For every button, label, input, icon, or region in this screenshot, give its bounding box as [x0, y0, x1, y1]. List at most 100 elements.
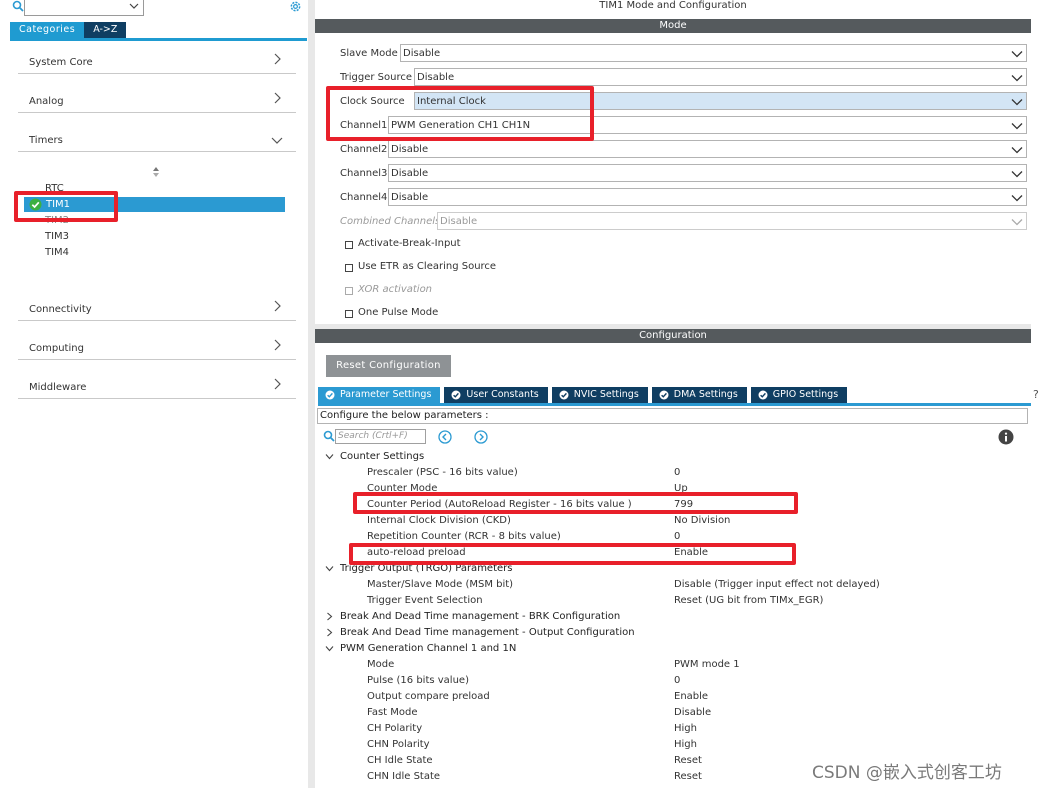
param-row[interactable]: Master/Slave Mode (MSM bit) Disable (Trig… [367, 577, 1007, 593]
category-connectivity[interactable]: Connectivity [18, 295, 296, 321]
check-circle-icon [29, 198, 42, 211]
param-row[interactable]: CH Polarity High [367, 721, 1007, 737]
param-name: Trigger Event Selection [367, 595, 483, 606]
category-tabs: Categories A->Z [10, 22, 127, 38]
tab-dma-settings[interactable]: DMA Settings [651, 387, 747, 403]
category-label: System Core [29, 57, 93, 68]
collapse-glyph[interactable]: ? [1033, 388, 1039, 401]
tab-categories[interactable]: Categories [10, 22, 85, 38]
tab-user-constants[interactable]: User Constants [444, 387, 548, 403]
chevron-down-icon [271, 137, 283, 144]
checkbox-box[interactable] [345, 264, 353, 272]
param-value[interactable]: No Division [674, 515, 730, 526]
tab-nvic-settings[interactable]: NVIC Settings [551, 387, 648, 403]
param-value[interactable]: Disable [674, 707, 711, 718]
chevron-right-icon [274, 53, 281, 65]
param-row[interactable]: Output compare preload Enable [367, 689, 1007, 705]
param-value[interactable]: Reset [674, 755, 702, 766]
chevron-right-icon [274, 300, 281, 312]
param-value[interactable]: High [674, 723, 697, 734]
param-value[interactable]: 0 [674, 531, 680, 542]
arrow-right-icon[interactable] [474, 430, 488, 444]
gear-icon[interactable] [289, 0, 302, 13]
param-row[interactable]: Counter Period (AutoReload Register - 16… [367, 497, 1007, 513]
chevron-down-icon [1011, 123, 1023, 130]
chevron-down-icon [1011, 171, 1023, 178]
checkbox-label: XOR activation [358, 284, 433, 295]
reset-configuration-button[interactable]: Reset Configuration [326, 355, 451, 377]
param-row[interactable]: Counter Mode Up [367, 481, 1007, 497]
param-value[interactable]: Reset (UG bit from TIMx_EGR) [674, 595, 823, 606]
param-row[interactable]: Internal Clock Division (CKD) No Division [367, 513, 1007, 529]
panel-splitter[interactable] [308, 0, 315, 788]
timer-item-tim1-selected[interactable]: TIM1 [24, 197, 285, 212]
param-value[interactable]: Reset [674, 771, 702, 782]
chevron-down-icon [1011, 219, 1023, 226]
sort-icon[interactable] [151, 166, 161, 178]
param-row[interactable]: auto-reload preload Enable [367, 545, 1007, 561]
chevron-down-icon[interactable] [325, 452, 334, 461]
chevron-down-icon[interactable] [129, 1, 139, 11]
channel4-select[interactable]: Disable [388, 188, 1027, 206]
channel2-label: Channel2 [340, 144, 388, 155]
param-row[interactable]: CHN Polarity High [367, 737, 1007, 753]
chevron-right-icon[interactable] [325, 628, 334, 637]
arrow-left-icon[interactable] [438, 430, 452, 444]
channel3-select[interactable]: Disable [388, 164, 1027, 182]
param-name: Mode [367, 659, 395, 670]
param-name: Counter Mode [367, 483, 438, 494]
info-icon[interactable] [998, 429, 1014, 445]
timer-item-tim3[interactable]: TIM3 [45, 229, 69, 245]
search-icon[interactable] [12, 0, 24, 12]
param-value[interactable]: Disable (Trigger input effect not delaye… [674, 579, 880, 590]
category-search-input[interactable] [24, 0, 144, 16]
param-value[interactable]: 0 [674, 467, 680, 478]
param-row[interactable]: Prescaler (PSC - 16 bits value) 0 [367, 465, 1007, 481]
param-row[interactable]: Pulse (16 bits value) 0 [367, 673, 1007, 689]
param-row[interactable]: Repetition Counter (RCR - 8 bits value) 0 [367, 529, 1007, 545]
category-system-core[interactable]: System Core [18, 48, 296, 74]
param-value[interactable]: 0 [674, 675, 680, 686]
timer-item-tim2[interactable]: TIM2 [45, 213, 69, 229]
channel1-select[interactable]: PWM Generation CH1 CH1N [388, 116, 1027, 134]
param-value[interactable]: 799 [674, 499, 693, 510]
category-timers[interactable]: Timers [18, 126, 296, 152]
clock-source-select[interactable]: Internal Clock [414, 92, 1027, 110]
checkbox-box[interactable] [345, 241, 353, 249]
param-value[interactable]: Up [674, 483, 688, 494]
param-value[interactable]: High [674, 739, 697, 750]
param-value[interactable]: Enable [674, 691, 708, 702]
param-row[interactable]: Fast Mode Disable [367, 705, 1007, 721]
param-row[interactable]: Mode PWM mode 1 [367, 657, 1007, 673]
chevron-down-icon[interactable] [325, 644, 334, 653]
param-value[interactable]: Enable [674, 547, 708, 558]
chevron-down-icon[interactable] [325, 564, 334, 573]
trigger-source-select[interactable]: Disable [414, 68, 1027, 86]
configure-hint: Configure the below parameters : [317, 408, 1028, 424]
tab-a-to-z[interactable]: A->Z [84, 22, 127, 38]
check-circle-icon [659, 390, 669, 400]
search-icon[interactable] [323, 430, 335, 442]
tab-parameter-settings[interactable]: Parameter Settings [318, 387, 441, 403]
categories-panel: Categories A->Z System Core Analog Timer… [0, 0, 308, 788]
slave-mode-select[interactable]: Disable [400, 44, 1027, 62]
category-computing[interactable]: Computing [18, 334, 296, 360]
category-analog[interactable]: Analog [18, 87, 296, 113]
param-value[interactable]: PWM mode 1 [674, 659, 740, 670]
select-value: PWM Generation CH1 CH1N [391, 120, 531, 131]
channel2-select[interactable]: Disable [388, 140, 1027, 158]
chevron-right-icon[interactable] [325, 612, 334, 621]
group-label: Break And Dead Time management - BRK Con… [340, 611, 621, 622]
chevron-down-icon [1011, 195, 1023, 202]
select-value: Internal Clock [417, 96, 486, 107]
chevron-down-icon [1011, 147, 1023, 154]
timer-item-tim4[interactable]: TIM4 [45, 245, 69, 261]
param-row[interactable]: Trigger Event Selection Reset (UG bit fro… [367, 593, 1007, 609]
checkbox-box[interactable] [345, 310, 353, 318]
param-name: Counter Period (AutoReload Register - 16… [367, 499, 632, 510]
timer-item-rtc[interactable]: RTC [45, 181, 64, 197]
category-middleware[interactable]: Middleware [18, 373, 296, 399]
tab-gpio-settings[interactable]: GPIO Settings [750, 387, 848, 403]
parameter-search-input[interactable]: Search (Crtl+F) [335, 429, 426, 444]
configuration-panel: Configuration Reset Configuration Parame… [315, 329, 1031, 788]
